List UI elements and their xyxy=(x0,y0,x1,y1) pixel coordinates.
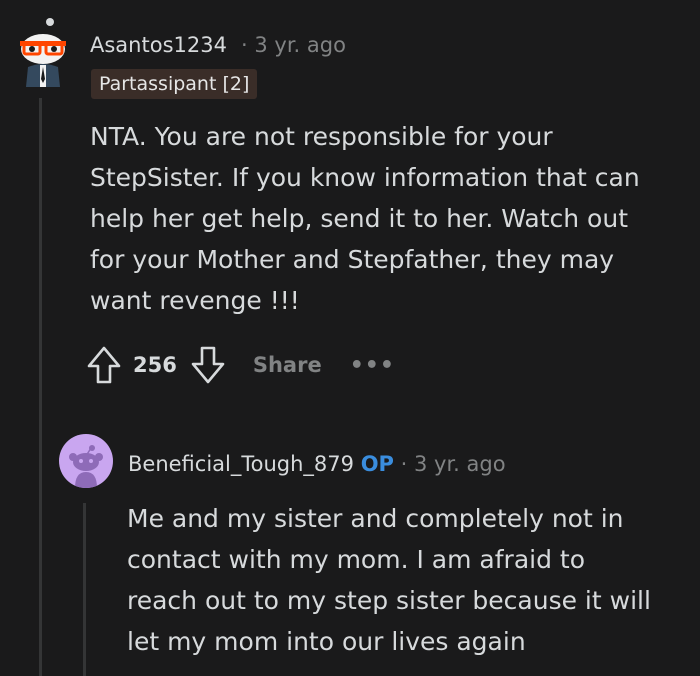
reply-thread-line[interactable] xyxy=(83,503,86,676)
user-flair: Partassipant [2] xyxy=(91,69,258,99)
timestamp[interactable]: 3 yr. ago xyxy=(414,452,506,476)
avatar[interactable] xyxy=(14,17,72,87)
comment-meta: · 3 yr. ago xyxy=(241,33,346,57)
reply-body: Me and my sister and completely not in c… xyxy=(127,504,651,656)
vote-score: 256 xyxy=(133,353,177,377)
snoo-avatar-icon xyxy=(20,18,66,87)
upvote-icon[interactable] xyxy=(85,345,123,385)
snoo-avatar-icon xyxy=(69,445,103,488)
username[interactable]: Asantos1234 xyxy=(90,33,227,57)
reply-header: Beneficial_Tough_879 OP · 3 yr. ago xyxy=(128,452,506,476)
reply-avatar[interactable] xyxy=(59,434,113,488)
thread-line[interactable] xyxy=(39,98,42,676)
comment-actions: 256 Share ••• xyxy=(85,345,395,385)
separator: · xyxy=(241,33,248,57)
timestamp[interactable]: 3 yr. ago xyxy=(254,33,346,57)
more-options-icon[interactable]: ••• xyxy=(350,353,395,378)
comment-body: NTA. You are not responsible for your St… xyxy=(90,122,640,315)
share-button[interactable]: Share xyxy=(253,353,322,377)
downvote-icon[interactable] xyxy=(189,345,227,385)
op-badge: OP xyxy=(360,452,394,476)
reply-username[interactable]: Beneficial_Tough_879 xyxy=(128,452,354,476)
separator: · xyxy=(400,452,408,476)
